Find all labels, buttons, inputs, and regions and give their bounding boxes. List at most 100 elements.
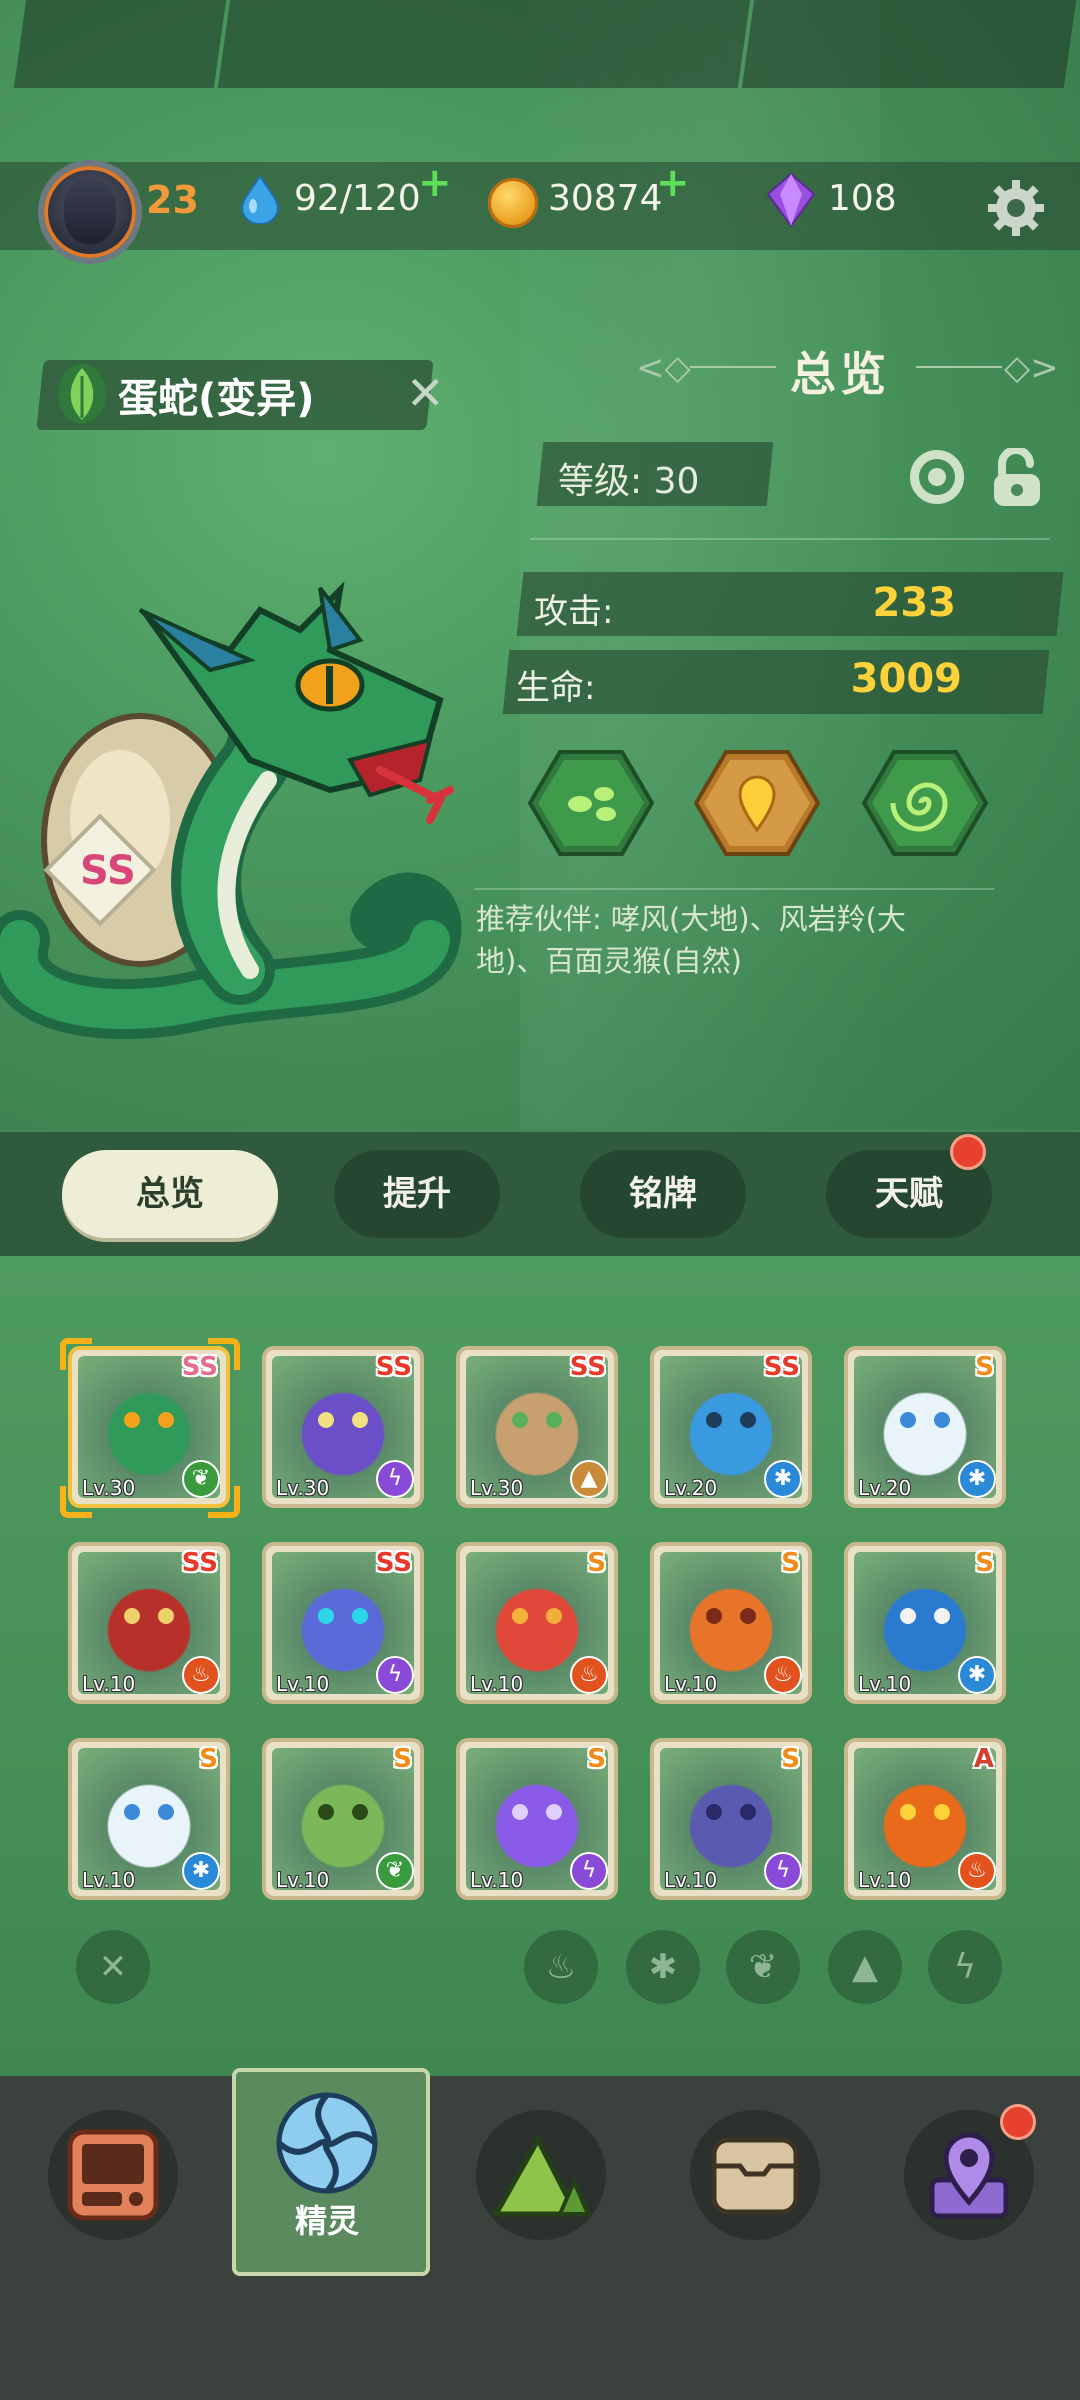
leaf-element-icon bbox=[58, 364, 106, 424]
spirit-card[interactable]: S Lv.10 ♨ bbox=[650, 1542, 812, 1704]
portrait-eye bbox=[124, 1412, 140, 1428]
bulb-skill-icon[interactable] bbox=[694, 748, 820, 858]
nav-mountain[interactable] bbox=[476, 2110, 606, 2240]
portrait-eye bbox=[900, 1804, 916, 1820]
spirit-card[interactable]: S Lv.10 ϟ bbox=[456, 1738, 618, 1900]
portrait-eye bbox=[706, 1804, 722, 1820]
portrait-eye bbox=[546, 1804, 562, 1820]
thunder-element-icon: ϟ bbox=[570, 1852, 608, 1890]
ornament-line bbox=[916, 366, 1002, 368]
close-icon[interactable]: ✕ bbox=[406, 366, 445, 420]
recommended-partners: 推荐伙伴: 哮风(大地)、风岩羚(大 地)、百面灵猴(自然) bbox=[476, 898, 996, 982]
rank-badge: S bbox=[587, 1548, 606, 1578]
snake-egg-creature-art: SS bbox=[0, 581, 462, 1040]
portrait-eye bbox=[512, 1608, 528, 1624]
rank-badge: S bbox=[781, 1548, 800, 1578]
spirit-card[interactable]: SS Lv.20 ✱ bbox=[650, 1346, 812, 1508]
portrait-eye bbox=[352, 1608, 368, 1624]
spirit-card[interactable]: A Lv.10 ♨ bbox=[844, 1738, 1006, 1900]
portrait-eye bbox=[900, 1412, 916, 1428]
rank-badge: SS bbox=[375, 1352, 412, 1382]
leaf-element-icon: ❦ bbox=[376, 1852, 414, 1890]
hp-label: 生命: bbox=[516, 668, 596, 708]
rank-badge: SS bbox=[569, 1352, 606, 1382]
portrait-eye bbox=[512, 1412, 528, 1428]
level-label: Lv.10 bbox=[470, 1868, 524, 1892]
status-segment bbox=[741, 0, 1077, 88]
level-label: Lv.10 bbox=[858, 1672, 912, 1696]
portrait-eye bbox=[934, 1804, 950, 1820]
frost-element-icon: ✱ bbox=[958, 1460, 996, 1498]
settings-gear-icon[interactable] bbox=[984, 176, 1048, 240]
fire-element-icon: ♨ bbox=[958, 1852, 996, 1890]
status-segment bbox=[13, 0, 227, 88]
swirl-skill-icon[interactable] bbox=[862, 748, 988, 858]
nav-console[interactable] bbox=[48, 2110, 178, 2240]
level-label: Lv.10 bbox=[276, 1672, 330, 1696]
tab-overview[interactable]: 总览 bbox=[62, 1150, 278, 1238]
portrait-eye bbox=[740, 1804, 756, 1820]
nav-chest[interactable] bbox=[690, 2110, 820, 2240]
thunder-element-icon: ϟ bbox=[376, 1656, 414, 1694]
overview-title: 总览 bbox=[790, 347, 890, 401]
leaf-filter-icon[interactable]: ❦ bbox=[726, 1930, 800, 2004]
spirit-card[interactable]: SS Lv.30 ▲ bbox=[456, 1346, 618, 1508]
thunder-filter-icon[interactable]: ϟ bbox=[928, 1930, 1002, 2004]
rank-badge: S bbox=[975, 1548, 994, 1578]
portrait-eye bbox=[706, 1412, 722, 1428]
spirit-card[interactable]: S Lv.10 ✱ bbox=[68, 1738, 230, 1900]
level-label: Lv.10 bbox=[664, 1868, 718, 1892]
add-coins-button[interactable]: + bbox=[656, 160, 690, 206]
portrait-eye bbox=[934, 1412, 950, 1428]
earth-filter-icon[interactable]: ▲ bbox=[828, 1930, 902, 2004]
unlock-icon[interactable] bbox=[988, 448, 1046, 508]
spirit-card[interactable]: S Lv.10 ✱ bbox=[844, 1542, 1006, 1704]
portrait-eye bbox=[740, 1412, 756, 1428]
portrait-eye bbox=[318, 1608, 334, 1624]
rank-badge: SS bbox=[181, 1548, 218, 1578]
spirit-card[interactable]: S Lv.10 ♨ bbox=[456, 1542, 618, 1704]
spirit-card[interactable]: S Lv.10 ❦ bbox=[262, 1738, 424, 1900]
divider bbox=[474, 888, 994, 890]
tab-nameplate[interactable]: 铭牌 bbox=[580, 1150, 746, 1238]
attack-label: 攻击: bbox=[534, 592, 614, 632]
selection-corner bbox=[60, 1486, 92, 1518]
level-label: Lv.20 bbox=[858, 1476, 912, 1500]
fire-element-icon: ♨ bbox=[764, 1656, 802, 1694]
spirit-card[interactable]: SS Lv.30 ϟ bbox=[262, 1346, 424, 1508]
notification-badge bbox=[950, 1134, 986, 1170]
level-label: Lv.20 bbox=[664, 1476, 718, 1500]
portrait-eye bbox=[318, 1412, 334, 1428]
level-label: Lv.30 bbox=[276, 1476, 330, 1500]
ornament-left-icon: <◇ bbox=[636, 348, 691, 388]
rank-badge: SS bbox=[375, 1548, 412, 1578]
level-label: Lv.10 bbox=[664, 1672, 718, 1696]
portrait-eye bbox=[706, 1608, 722, 1624]
ornament-line bbox=[690, 366, 776, 368]
seed-skill-icon[interactable] bbox=[528, 748, 654, 858]
portrait-eye bbox=[934, 1608, 950, 1624]
spirit-card[interactable]: S Lv.10 ϟ bbox=[650, 1738, 812, 1900]
level-label: Lv.10 bbox=[82, 1868, 136, 1892]
tab-upgrade[interactable]: 提升 bbox=[334, 1150, 500, 1238]
spirit-card[interactable]: SS Lv.10 ♨ bbox=[68, 1542, 230, 1704]
hero-rank-badge: SS bbox=[80, 848, 136, 894]
portrait-eye bbox=[546, 1608, 562, 1624]
fire-filter-icon[interactable]: ♨ bbox=[524, 1930, 598, 2004]
coins-value: 30874 bbox=[548, 178, 663, 219]
rank-badge: A bbox=[973, 1744, 994, 1774]
spirit-card[interactable]: SS Lv.10 ϟ bbox=[262, 1542, 424, 1704]
coin-icon bbox=[488, 178, 538, 228]
player-avatar[interactable] bbox=[38, 160, 142, 264]
fire-element-icon: ♨ bbox=[570, 1656, 608, 1694]
spirit-card[interactable]: S Lv.20 ✱ bbox=[844, 1346, 1006, 1508]
creature-name: 蛋蛇(变异) bbox=[118, 376, 315, 422]
frost-filter-icon[interactable]: ✱ bbox=[626, 1930, 700, 2004]
add-energy-button[interactable]: + bbox=[418, 160, 452, 206]
spirit-card[interactable]: SS Lv.30 ❦ bbox=[68, 1346, 230, 1508]
clear-filter-icon[interactable]: ✕ bbox=[76, 1930, 150, 2004]
frost-element-icon: ✱ bbox=[764, 1460, 802, 1498]
portrait-eye bbox=[124, 1608, 140, 1624]
chest-icon bbox=[711, 2137, 799, 2215]
portrait-eye bbox=[740, 1608, 756, 1624]
